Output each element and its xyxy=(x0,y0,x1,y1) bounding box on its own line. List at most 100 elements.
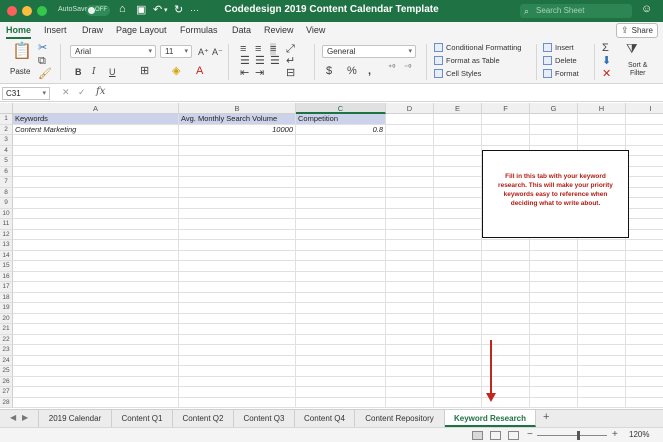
cell-g3[interactable] xyxy=(530,135,578,146)
cell-f18[interactable] xyxy=(482,292,530,303)
row-header-5[interactable]: 5 xyxy=(0,156,13,167)
cell-c1[interactable]: Competition xyxy=(296,114,386,125)
font-name-select[interactable]: Arial ▾ xyxy=(70,45,156,58)
cell-a6[interactable] xyxy=(13,166,179,177)
cell-b26[interactable] xyxy=(179,376,296,387)
cell-i8[interactable] xyxy=(626,188,663,198)
cell-f3[interactable] xyxy=(482,135,530,146)
cell-c14[interactable] xyxy=(296,250,386,261)
cell-f19[interactable] xyxy=(482,303,530,314)
cell-e7[interactable] xyxy=(434,177,482,188)
cell-i5[interactable] xyxy=(626,156,663,167)
tab-review[interactable]: Review xyxy=(264,25,294,35)
cell-i6[interactable] xyxy=(626,167,663,177)
cell-g20[interactable] xyxy=(530,313,578,324)
insert-cells-button[interactable]: Insert xyxy=(543,42,574,53)
fill-icon[interactable]: ⬇ xyxy=(602,55,611,67)
cell-b12[interactable] xyxy=(179,229,296,240)
increase-indent-icon[interactable]: ⇥ xyxy=(255,67,264,79)
cell-i19[interactable] xyxy=(626,303,663,314)
cell-a1[interactable]: Keywords xyxy=(13,114,179,125)
copy-icon[interactable]: ⧉ xyxy=(38,55,46,67)
cell-e17[interactable] xyxy=(434,282,482,293)
cell-d6[interactable] xyxy=(386,166,434,177)
cell-c6[interactable] xyxy=(296,166,386,177)
tab-draw[interactable]: Draw xyxy=(82,25,103,35)
add-sheet-icon[interactable]: + xyxy=(543,411,549,423)
percent-icon[interactable]: % xyxy=(347,65,357,77)
sheet-tab-content-q2[interactable]: Content Q2 xyxy=(173,410,234,427)
cell-f14[interactable] xyxy=(482,250,530,261)
row-header-10[interactable]: 10 xyxy=(0,208,13,219)
cell-e22[interactable] xyxy=(434,334,482,345)
cell-d25[interactable] xyxy=(386,366,434,377)
column-header-a[interactable]: A xyxy=(13,103,179,114)
row-header-16[interactable]: 16 xyxy=(0,271,13,282)
cell-e24[interactable] xyxy=(434,355,482,366)
cell-b7[interactable] xyxy=(179,177,296,188)
comma-style-icon[interactable]: , xyxy=(368,65,371,77)
cell-a28[interactable] xyxy=(13,397,179,408)
previous-sheet-icon[interactable]: ◀ xyxy=(10,413,16,422)
wrap-text-icon[interactable]: ↵ xyxy=(286,55,295,67)
cell-a21[interactable] xyxy=(13,324,179,335)
row-header-18[interactable]: 18 xyxy=(0,292,13,303)
increase-decimal-icon[interactable]: ⁺⁰ xyxy=(388,62,395,74)
row-header-1[interactable]: 1 xyxy=(0,114,13,125)
sheet-tab-keyword-research[interactable]: Keyword Research xyxy=(445,410,536,427)
cell-h23[interactable] xyxy=(578,345,626,356)
cell-f21[interactable] xyxy=(482,324,530,335)
cell-g22[interactable] xyxy=(530,334,578,345)
column-header-d[interactable]: D xyxy=(386,103,434,114)
cell-b6[interactable] xyxy=(179,166,296,177)
cell-f1[interactable] xyxy=(482,114,530,125)
cell-i10[interactable] xyxy=(626,209,663,219)
cell-c24[interactable] xyxy=(296,355,386,366)
page-break-view-icon[interactable] xyxy=(508,431,519,440)
cell-b13[interactable] xyxy=(179,240,296,251)
sheet-tab-content-repository[interactable]: Content Repository xyxy=(355,410,445,427)
cell-g23[interactable] xyxy=(530,345,578,356)
row-header-27[interactable]: 27 xyxy=(0,387,13,398)
feedback-smiley-icon[interactable]: ☺ xyxy=(641,3,652,15)
cell-f20[interactable] xyxy=(482,313,530,324)
cell-b2[interactable]: 10000 xyxy=(179,124,296,135)
cell-e21[interactable] xyxy=(434,324,482,335)
cell-h16[interactable] xyxy=(578,271,626,282)
cell-g21[interactable] xyxy=(530,324,578,335)
row-header-7[interactable]: 7 xyxy=(0,177,13,188)
cell-b10[interactable] xyxy=(179,208,296,219)
cell-g18[interactable] xyxy=(530,292,578,303)
cell-i2[interactable] xyxy=(626,125,663,135)
cell-b20[interactable] xyxy=(179,313,296,324)
cell-i28[interactable] xyxy=(626,398,663,408)
cell-d3[interactable] xyxy=(386,135,434,146)
cell-g13[interactable] xyxy=(530,240,578,251)
cell-b16[interactable] xyxy=(179,271,296,282)
cell-f13[interactable] xyxy=(482,240,530,251)
format-cells-button[interactable]: Format xyxy=(543,68,579,79)
cell-i27[interactable] xyxy=(626,387,663,398)
cell-b1[interactable]: Avg. Monthly Search Volume xyxy=(179,114,296,125)
conditional-formatting-button[interactable]: Conditional Formatting xyxy=(434,42,521,53)
cell-c23[interactable] xyxy=(296,345,386,356)
cell-h13[interactable] xyxy=(578,240,626,251)
cell-e2[interactable] xyxy=(434,124,482,135)
cell-h24[interactable] xyxy=(578,355,626,366)
paste-icon[interactable]: 📋 xyxy=(12,44,32,60)
cell-d2[interactable] xyxy=(386,124,434,135)
align-bottom-icon[interactable]: ≡ xyxy=(270,43,277,55)
cell-d18[interactable] xyxy=(386,292,434,303)
cell-d9[interactable] xyxy=(386,198,434,209)
bold-button[interactable]: B xyxy=(75,66,82,78)
cell-a8[interactable] xyxy=(13,187,179,198)
cell-i18[interactable] xyxy=(626,293,663,303)
cell-h25[interactable] xyxy=(578,366,626,377)
cell-g14[interactable] xyxy=(530,250,578,261)
cell-g19[interactable] xyxy=(530,303,578,314)
column-header-b[interactable]: B xyxy=(179,103,296,114)
cell-h28[interactable] xyxy=(578,397,626,408)
fill-color-icon[interactable]: ◈ xyxy=(172,65,180,77)
name-box[interactable]: C31 ▾ xyxy=(2,87,50,100)
zoom-in-icon[interactable]: + xyxy=(612,429,618,440)
